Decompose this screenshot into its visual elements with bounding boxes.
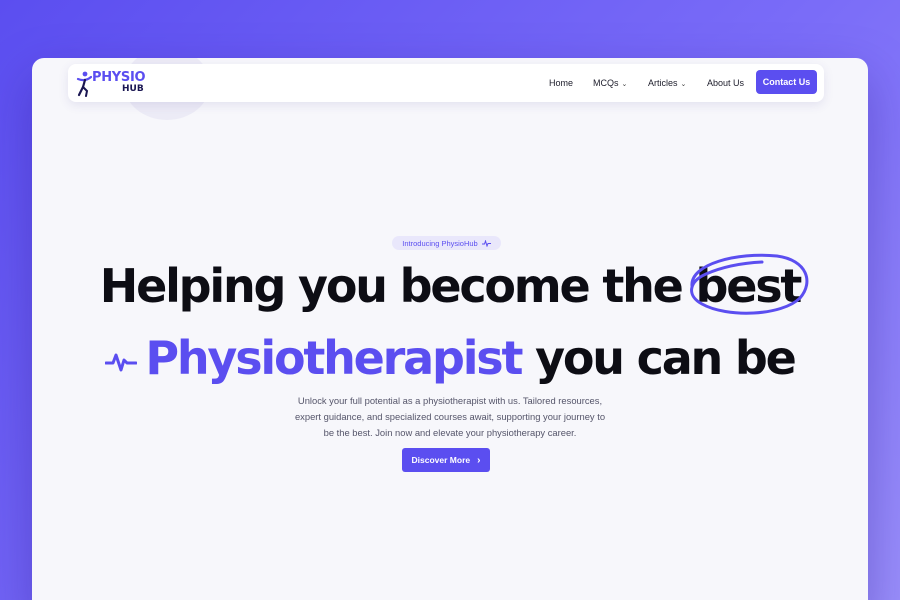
nav-item-label: MCQs (593, 78, 619, 88)
logo-wordmark: PHYSIO HUB (92, 70, 148, 98)
headline-text: Helping you become the (99, 259, 696, 313)
discover-more-button[interactable]: Discover More › (402, 448, 490, 472)
nav-item-about-us[interactable]: About Us (707, 76, 744, 90)
nav-item-label: About Us (707, 78, 745, 88)
hero-headline-line1: Helping you become the best (32, 253, 868, 316)
person-figure-icon (76, 71, 92, 97)
physiohub-logo[interactable]: PHYSIO HUB (76, 69, 148, 99)
discover-more-label: Discover More (411, 455, 471, 465)
nav-item-label: Home (549, 78, 574, 88)
headline-highlight-word: best (695, 259, 803, 313)
contact-us-button[interactable]: Contact Us (756, 70, 817, 94)
chevron-right-icon: › (477, 454, 481, 466)
hero-description: Unlock your full potential as a physioth… (294, 395, 606, 438)
logo-line-hub: HUB (122, 84, 144, 94)
chevron-down-icon: ⌄ (621, 81, 628, 88)
logo-line-physio: PHYSIO (92, 70, 146, 85)
nav-item-home[interactable]: Home (549, 76, 573, 90)
headline-accent-word: Physiotherapist (145, 331, 523, 385)
heartbeat-pulse-icon (105, 353, 138, 371)
headline-text: you can be (521, 331, 797, 385)
chevron-down-icon: ⌄ (680, 81, 687, 88)
nav-item-mcqs[interactable]: MCQs ⌄ (593, 76, 627, 92)
top-navbar: PHYSIO HUB Home MCQs ⌄ Articles ⌄ About Us… (68, 64, 824, 102)
browser-window: PHYSIO HUB Home MCQs ⌄ Articles ⌄ About Us… (32, 58, 868, 600)
nav-item-label: Articles (648, 78, 678, 88)
intro-badge: Introducing PhysioHub (392, 236, 501, 250)
headline-highlight: best (689, 253, 808, 316)
hero-headline-line2: Physiotherapist you can be (32, 328, 868, 388)
heartbeat-pulse-icon (481, 239, 491, 247)
nav-item-articles[interactable]: Articles ⌄ (648, 76, 686, 92)
intro-badge-label: Introducing PhysioHub (402, 238, 478, 248)
